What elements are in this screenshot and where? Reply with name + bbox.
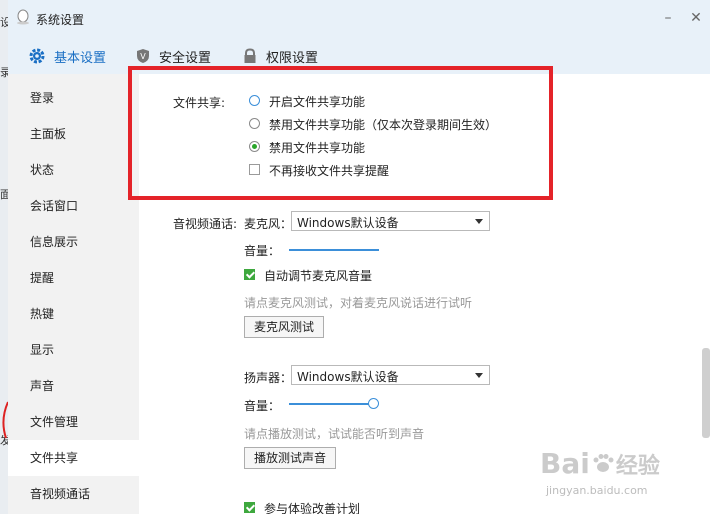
settings-content: 文件共享: 开启文件共享功能 禁用文件共享功能（仅本次登录期间生效） 禁用文件共… <box>139 74 710 514</box>
sidebar-item-file-management[interactable]: 文件管理 <box>8 404 139 440</box>
file-share-disable-label[interactable]: 禁用文件共享功能 <box>269 139 365 156</box>
svg-text:V: V <box>140 52 146 61</box>
file-share-label: 文件共享: <box>173 96 226 110</box>
tab-label: 安全设置 <box>159 50 212 66</box>
title-bar[interactable]: 系统设置 – ✕ <box>8 0 710 38</box>
lock-icon <box>244 48 256 63</box>
sidebar-item-main-panel[interactable]: 主面板 <box>8 116 139 152</box>
no-remind-checkbox[interactable] <box>249 164 260 175</box>
speaker-label: 扬声器： <box>244 371 293 385</box>
tab-label: 权限设置 <box>266 50 319 66</box>
sidebar-item-status[interactable]: 状态 <box>8 152 139 188</box>
speaker-test-button[interactable]: 播放测试声音 <box>244 447 336 469</box>
file-share-disable-radio[interactable] <box>249 141 260 152</box>
experience-plan-checkbox[interactable] <box>244 502 255 513</box>
speaker-volume-handle[interactable] <box>368 398 379 409</box>
auto-adjust-mic-checkbox[interactable] <box>244 269 255 280</box>
mic-test-button[interactable]: 麦克风测试 <box>244 316 324 338</box>
sidebar-item-sound[interactable]: 声音 <box>8 368 139 404</box>
sidebar-item-file-sharing[interactable]: 文件共享 <box>8 440 139 476</box>
scrollbar-thumb[interactable] <box>702 348 710 438</box>
sidebar-item-display[interactable]: 显示 <box>8 332 139 368</box>
chevron-down-icon <box>475 219 483 224</box>
tab-label: 基本设置 <box>54 50 107 66</box>
tab-basic-settings[interactable]: 基本设置 <box>28 44 106 68</box>
file-share-disable-session-radio[interactable] <box>249 118 260 129</box>
window-title: 系统设置 <box>36 13 85 27</box>
qq-logo-icon <box>17 9 29 25</box>
no-remind-label[interactable]: 不再接收文件共享提醒 <box>269 162 389 179</box>
close-button[interactable]: ✕ <box>686 8 706 28</box>
mic-volume-label: 音量： <box>244 244 281 258</box>
sidebar-item-chat-window[interactable]: 会话窗口 <box>8 188 139 224</box>
av-call-label: 音视频通话: <box>173 217 238 231</box>
mic-volume-slider[interactable] <box>289 249 379 251</box>
file-share-enable-label[interactable]: 开启文件共享功能 <box>269 93 365 110</box>
experience-plan-label[interactable]: 参与体验改善计划 <box>264 500 360 514</box>
sidebar-item-reminders[interactable]: 提醒 <box>8 260 139 296</box>
mic-device-value: Windows默认设备 <box>297 216 399 230</box>
speaker-volume-label: 音量： <box>244 399 281 413</box>
file-share-disable-session-label[interactable]: 禁用文件共享功能（仅本次登录期间生效） <box>269 116 497 133</box>
shield-icon: V <box>137 49 149 63</box>
mic-device-select[interactable]: Windows默认设备 <box>291 211 490 231</box>
speaker-volume-slider[interactable] <box>289 403 372 405</box>
mic-label: 麦克风： <box>244 217 293 231</box>
chevron-down-icon <box>475 373 483 378</box>
gear-icon <box>29 48 45 64</box>
file-share-enable-radio[interactable] <box>249 95 260 106</box>
tab-security-settings[interactable]: V 安全设置 <box>135 44 211 68</box>
sidebar: 登录 主面板 状态 会话窗口 信息展示 提醒 热键 显示 声音 文件管理 文件共… <box>8 74 139 514</box>
sidebar-item-login[interactable]: 登录 <box>8 80 139 116</box>
auto-adjust-mic-label[interactable]: 自动调节麦克风音量 <box>264 267 372 284</box>
sidebar-item-av-call[interactable]: 音视频通话 <box>8 476 139 512</box>
sidebar-item-hotkeys[interactable]: 热键 <box>8 296 139 332</box>
sidebar-item-info-display[interactable]: 信息展示 <box>8 224 139 260</box>
speaker-device-select[interactable]: Windows默认设备 <box>291 365 490 385</box>
minimize-button[interactable]: – <box>658 8 678 28</box>
settings-window: 系统设置 – ✕ 基本设置 V 安全设置 权限设置 登录 主面板 状态 会话窗口… <box>8 0 710 514</box>
tab-permission-settings[interactable]: 权限设置 <box>242 44 318 68</box>
speaker-device-value: Windows默认设备 <box>297 370 399 384</box>
speaker-test-hint: 请点播放测试，试试能否听到声音 <box>244 427 425 441</box>
mic-test-hint: 请点麦克风测试，对着麦克风说话进行试听 <box>244 296 473 310</box>
settings-tabs: 基本设置 V 安全设置 权限设置 <box>8 38 710 74</box>
